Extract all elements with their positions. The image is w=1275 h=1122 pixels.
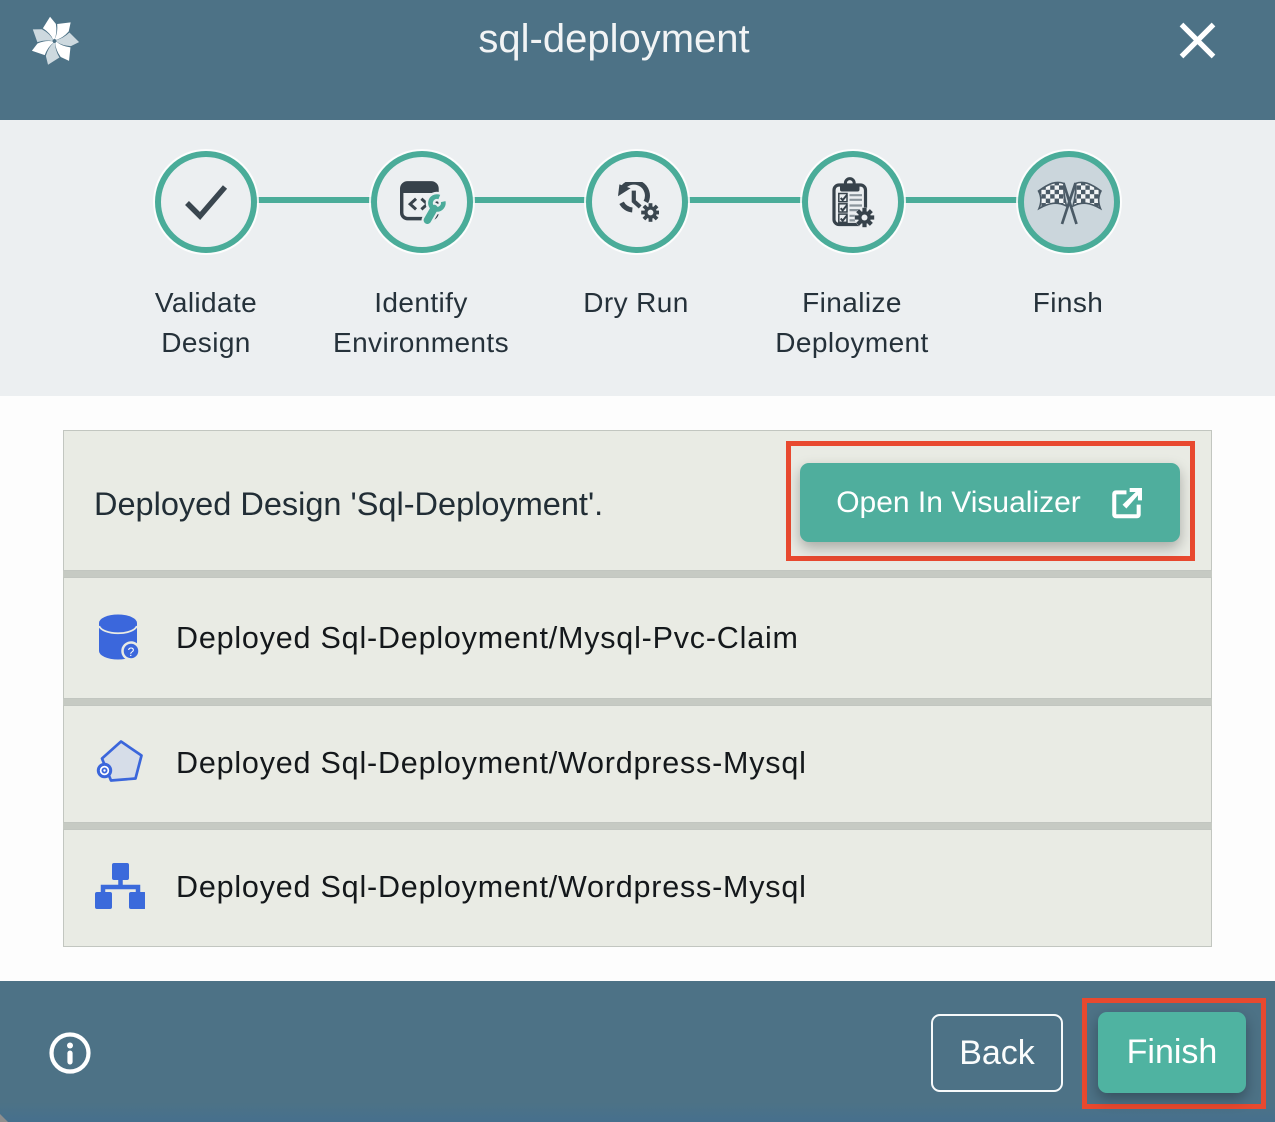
svg-text:?: ? xyxy=(128,645,135,659)
